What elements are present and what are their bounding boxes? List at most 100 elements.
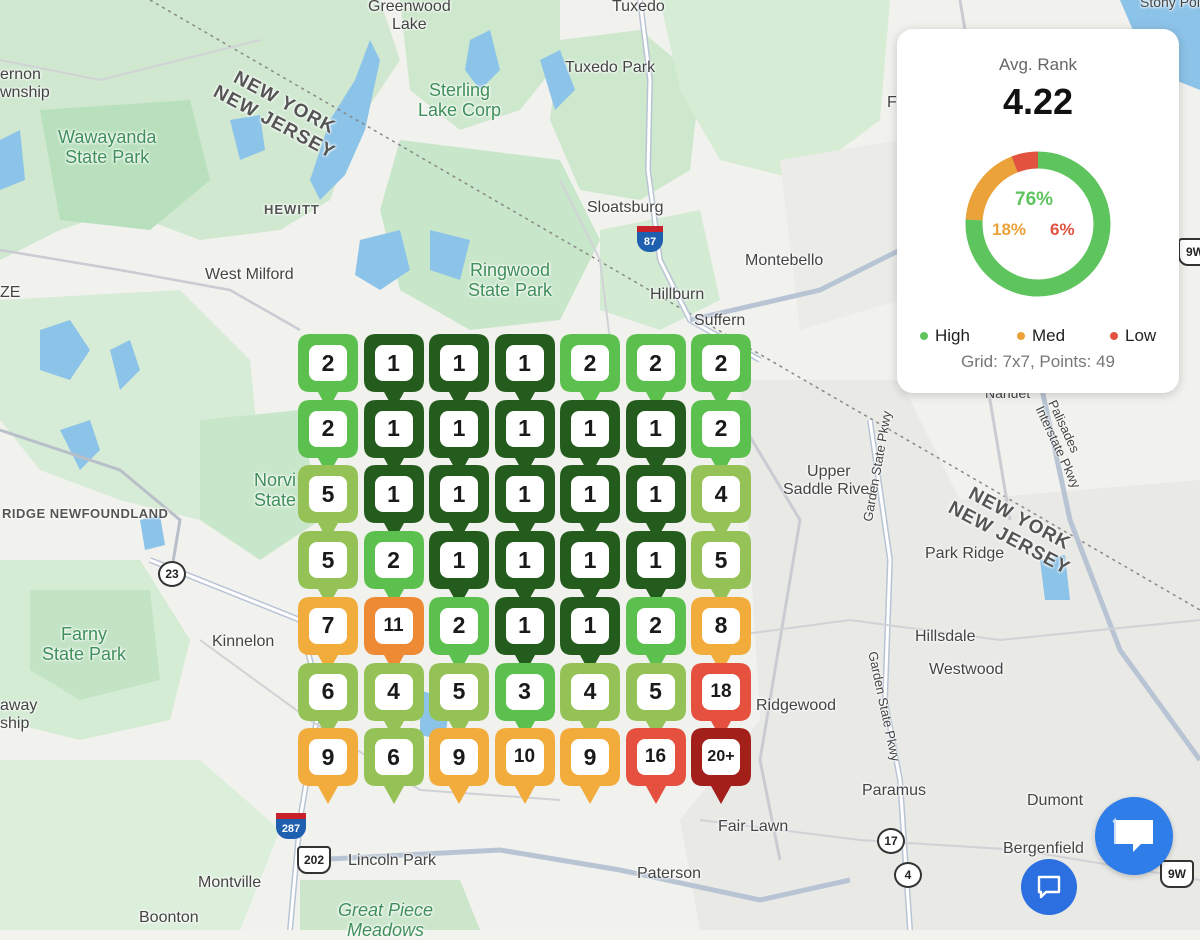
rank-pin[interactable]: 3 <box>494 662 555 739</box>
rank-pin-value: 2 <box>309 410 347 447</box>
rank-pin[interactable]: 1 <box>429 399 489 476</box>
rank-pin-value: 7 <box>309 607 347 644</box>
rank-pin[interactable]: 4 <box>691 465 751 542</box>
rank-pin-value: 2 <box>636 607 675 644</box>
rank-pin-value: 9 <box>571 739 609 776</box>
rank-pin[interactable]: 16 <box>625 728 686 805</box>
legend-high-label: High <box>935 326 970 345</box>
rank-pin[interactable]: 9 <box>429 728 489 805</box>
rank-pin-value: 1 <box>571 607 609 644</box>
open-chat-button[interactable] <box>1021 859 1077 915</box>
avg-rank-title: Avg. Rank <box>998 55 1078 74</box>
rank-pin[interactable]: 1 <box>560 531 620 608</box>
rank-pin[interactable]: 1 <box>363 399 424 476</box>
rank-pin[interactable]: 5 <box>298 531 358 608</box>
rank-pin[interactable]: 1 <box>494 531 555 608</box>
chat-widget-button[interactable] <box>1095 797 1173 875</box>
rank-pin[interactable]: 8 <box>691 596 751 673</box>
rank-pin-value: 1 <box>636 410 675 447</box>
rank-pin-value: 6 <box>374 739 413 776</box>
rank-pin-value: 1 <box>571 476 609 513</box>
rank-pin-value: 2 <box>440 607 478 644</box>
rank-pin-value: 3 <box>505 673 544 710</box>
chat-bubble-icon <box>1037 875 1061 899</box>
rank-pin[interactable]: 1 <box>363 334 424 410</box>
rank-pin[interactable]: 5 <box>298 465 358 542</box>
rank-pin[interactable]: 2 <box>429 596 489 673</box>
rank-pin-value: 2 <box>309 345 347 381</box>
rank-pin[interactable]: 9 <box>560 728 620 805</box>
rank-pin-value: 1 <box>505 476 544 513</box>
rank-pin-value: 10 <box>505 739 544 776</box>
rank-pin[interactable]: 1 <box>429 334 489 410</box>
rank-pin[interactable]: 2 <box>298 399 358 476</box>
rank-pin[interactable]: 2 <box>691 334 751 410</box>
rank-pin-value: 1 <box>571 542 609 579</box>
rank-pin-value: 1 <box>440 345 478 381</box>
rank-pin-value: 4 <box>571 673 609 710</box>
rank-pin[interactable]: 1 <box>560 399 620 476</box>
rank-pin[interactable]: 4 <box>560 662 620 739</box>
legend-low-label: Low <box>1125 326 1157 345</box>
rank-pin-value: 1 <box>636 542 675 579</box>
rank-pin-value: 20+ <box>702 739 740 776</box>
rank-pin[interactable]: 1 <box>494 399 555 476</box>
rank-pin[interactable]: 2 <box>363 531 424 608</box>
rank-pin[interactable]: 2 <box>625 334 686 410</box>
rank-pin-value: 2 <box>702 410 740 447</box>
rank-pin[interactable]: 1 <box>625 465 686 542</box>
rank-pin-value: 8 <box>702 607 740 644</box>
rank-pin[interactable]: 1 <box>625 531 686 608</box>
rank-pin-value: 2 <box>374 542 413 579</box>
rank-pin-value: 1 <box>505 607 544 644</box>
rank-pin-value: 11 <box>374 607 413 644</box>
rank-pin[interactable]: 5 <box>429 662 489 739</box>
rank-pin[interactable]: 11 <box>363 596 424 673</box>
pct-high: 76% <box>1015 189 1054 210</box>
rank-pin[interactable]: 5 <box>625 662 686 739</box>
rank-pin[interactable]: 1 <box>560 596 620 673</box>
avg-rank-card: Avg. Rank 4.22 76% 18% 6% High Med Low G… <box>897 29 1179 393</box>
rank-pin[interactable]: 2 <box>560 334 620 410</box>
grid-info: Grid: 7x7, Points: 49 <box>960 352 1116 371</box>
rank-pin[interactable]: 10 <box>494 728 555 805</box>
rank-pin-value: 1 <box>374 476 413 513</box>
legend-low: Low <box>1110 326 1156 346</box>
rank-pin[interactable]: 7 <box>298 596 358 673</box>
rank-pin-value: 5 <box>440 673 478 710</box>
rank-pin[interactable]: 1 <box>625 399 686 476</box>
rank-pin[interactable]: 6 <box>363 728 424 805</box>
rank-pin[interactable]: 5 <box>691 531 751 608</box>
rank-pin[interactable]: 6 <box>298 662 358 739</box>
rank-pin-value: 9 <box>440 739 478 776</box>
rank-pin[interactable]: 1 <box>429 465 489 542</box>
rank-pin-value: 4 <box>374 673 413 710</box>
rank-pin[interactable]: 1 <box>494 334 555 410</box>
rank-pin-value: 16 <box>636 739 675 776</box>
legend-low-dot <box>1110 332 1118 340</box>
rank-pin[interactable]: 2 <box>298 334 358 410</box>
legend-high: High <box>920 326 970 346</box>
rank-pin[interactable]: 1 <box>494 596 555 673</box>
rank-pin[interactable]: 1 <box>429 531 489 608</box>
rank-pin[interactable]: 1 <box>560 465 620 542</box>
legend-med: Med <box>1017 326 1065 346</box>
rank-pin-value: 4 <box>702 476 740 513</box>
rank-pin-value: 5 <box>309 542 347 579</box>
rank-pin[interactable]: 1 <box>494 465 555 542</box>
pct-low: 6% <box>1050 220 1075 239</box>
rank-pin-value: 1 <box>374 345 413 381</box>
rank-pin[interactable]: 2 <box>691 399 751 476</box>
rank-pin-value: 9 <box>309 739 347 776</box>
rank-pin[interactable]: 18 <box>691 662 751 739</box>
rank-pin-value: 1 <box>571 410 609 447</box>
rank-pin[interactable]: 2 <box>625 596 686 673</box>
rank-pin-value: 2 <box>702 345 740 381</box>
pct-med: 18% <box>992 220 1027 239</box>
rank-pin[interactable]: 9 <box>298 728 358 805</box>
rank-pin-value: 5 <box>636 673 675 710</box>
rank-pin[interactable]: 20+ <box>691 728 751 805</box>
rank-pin-value: 18 <box>702 673 740 710</box>
rank-pin[interactable]: 4 <box>363 662 424 739</box>
rank-pin[interactable]: 1 <box>363 465 424 542</box>
